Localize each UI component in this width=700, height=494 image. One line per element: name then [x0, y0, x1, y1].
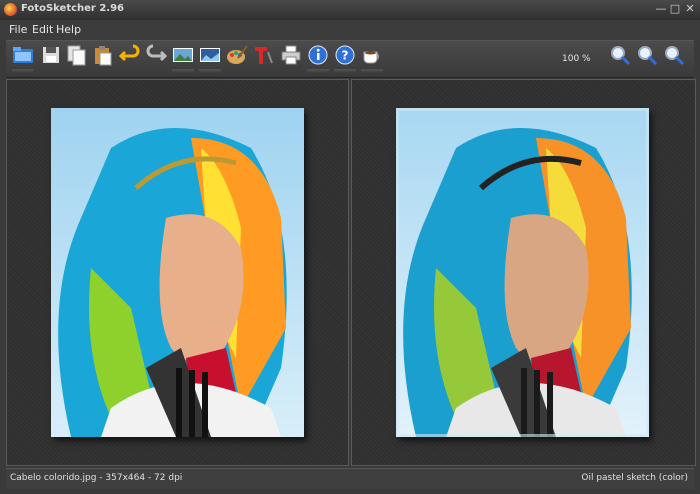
undo-icon[interactable] [119, 44, 141, 66]
minimize-button[interactable]: — [654, 2, 668, 16]
svg-text:?: ? [342, 49, 349, 63]
menu-file[interactable]: File [9, 23, 27, 36]
paste-icon[interactable] [92, 44, 114, 66]
title-bar: FotoSketcher 2.96 — □ ✕ [0, 0, 700, 21]
menu-bar: File Edit Help [0, 20, 700, 39]
close-button[interactable]: ✕ [683, 2, 697, 16]
result-image-pane[interactable] [351, 79, 696, 466]
add-text-icon[interactable] [252, 44, 274, 66]
info-icon[interactable] [307, 44, 329, 66]
status-bar: Cabelo colorido.jpg - 357x464 - 72 dpi O… [6, 468, 694, 489]
file-info-text: Cabelo colorido.jpg - 357x464 - 72 dpi [10, 473, 183, 483]
toolbar: ? 100 % [6, 40, 694, 78]
app-logo-icon [4, 3, 17, 16]
zoom-out-icon[interactable] [663, 44, 685, 66]
zoom-fit-icon[interactable] [636, 44, 658, 66]
open-folder-icon[interactable] [12, 44, 34, 66]
menu-edit[interactable]: Edit [32, 23, 53, 36]
donate-coffee-icon[interactable] [361, 44, 383, 66]
process-image-icon[interactable] [172, 44, 194, 66]
help-icon[interactable]: ? [334, 44, 356, 66]
print-icon[interactable] [280, 44, 302, 66]
compare-image-icon[interactable] [199, 44, 221, 66]
window-title: FotoSketcher 2.96 [21, 3, 125, 14]
paint-palette-icon[interactable] [226, 44, 248, 66]
zoom-in-icon[interactable] [609, 44, 631, 66]
original-photo [51, 108, 304, 437]
save-icon[interactable] [40, 44, 62, 66]
effect-name-text: Oil pastel sketch (color) [581, 473, 688, 483]
menu-help[interactable]: Help [56, 23, 81, 36]
redo-icon[interactable] [145, 44, 167, 66]
original-image-pane[interactable] [6, 79, 349, 466]
maximize-button[interactable]: □ [668, 2, 682, 16]
zoom-level: 100 % [562, 54, 591, 64]
sketch-photo [396, 108, 649, 437]
copy-icon[interactable] [66, 44, 88, 66]
